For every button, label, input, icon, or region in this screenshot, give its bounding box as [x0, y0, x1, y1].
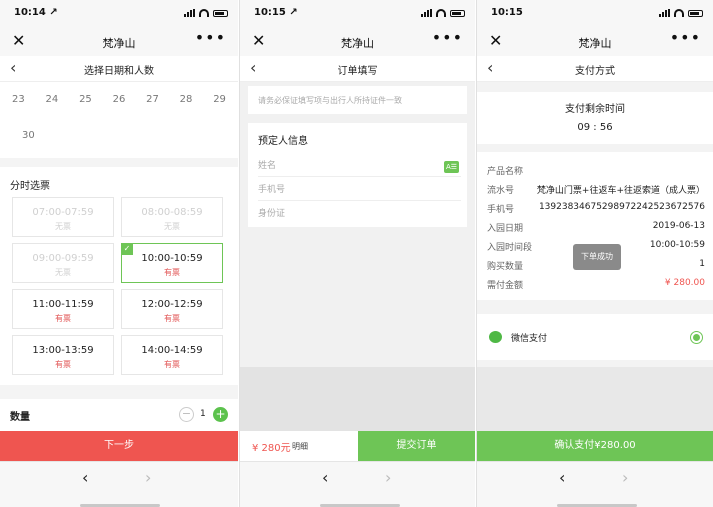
- sub-header: ‹ 订单填写: [240, 56, 475, 82]
- chevron-left-icon[interactable]: ‹: [559, 468, 565, 487]
- notice-text: 请务必保证填写项与出行人所持证件一致: [258, 96, 402, 105]
- timer-label: 支付剩余时间: [565, 104, 625, 115]
- calendar-week: 23 24 25 26 27 28 29: [12, 94, 226, 105]
- title-bar: ✕ 梵净山 •••: [240, 28, 475, 56]
- order-price: ¥ 280元: [252, 443, 291, 454]
- wifi-icon: [199, 9, 209, 17]
- sub-title: 选择日期和人数: [84, 66, 154, 77]
- signal-icon: [421, 9, 432, 17]
- calendar-day[interactable]: 28: [180, 94, 193, 105]
- status-time: 10:14 ↗: [14, 7, 58, 18]
- time-slot-selected[interactable]: ✓ 10:00-10:59 有票: [121, 243, 223, 283]
- detail-link[interactable]: 明细: [292, 441, 308, 452]
- notice-box: 请务必保证填写项与出行人所持证件一致: [248, 86, 467, 114]
- calendar-day[interactable]: 29: [213, 94, 226, 105]
- calendar-day[interactable]: 30: [22, 130, 35, 141]
- quantity-value: 1: [200, 409, 206, 419]
- status-bar: 10:15: [477, 0, 713, 28]
- status-time: 10:15: [491, 7, 523, 18]
- time-slot: 09:00-09:59 无票: [12, 243, 114, 283]
- calendar-day[interactable]: 25: [79, 94, 92, 105]
- phone-field[interactable]: 手机号: [258, 182, 285, 195]
- browser-nav: ‹ ›: [477, 461, 713, 507]
- payment-timer: 支付剩余时间 09 : 56: [477, 92, 713, 144]
- contact-card-icon[interactable]: A☰: [444, 161, 459, 173]
- sub-title: 支付方式: [575, 66, 615, 77]
- browser-nav: ‹ ›: [0, 461, 238, 507]
- slots-header: 分时选票: [10, 181, 50, 192]
- screen-payment: 10:15 ✕ 梵净山 ••• ‹ 支付方式 支付剩余时间 09 : 56 产品…: [476, 0, 713, 507]
- wechat-pay-option[interactable]: 微信支付: [477, 314, 713, 360]
- sub-title: 订单填写: [337, 66, 378, 77]
- time-slot-section: 分时选票 07:00-07:59 无票 08:00-08:59 无票 09:00…: [0, 167, 238, 385]
- status-bar: 10:14 ↗: [0, 0, 238, 28]
- submit-order-button[interactable]: 提交订单: [358, 431, 475, 461]
- chevron-left-icon[interactable]: ‹: [82, 468, 88, 487]
- battery-icon: [213, 9, 228, 17]
- title-bar: ✕ 梵净山 •••: [0, 28, 238, 56]
- time-slot[interactable]: 12:00-12:59 有票: [121, 289, 223, 329]
- chevron-right-icon[interactable]: ›: [622, 468, 628, 487]
- calendar-day[interactable]: 23: [12, 94, 25, 105]
- radio-selected-icon[interactable]: [690, 331, 703, 344]
- app-root: 10:14 ↗ ✕ 梵净山 ••• ‹ 选择日期和人数 23 24 25 26 …: [0, 0, 713, 507]
- battery-icon: [450, 9, 465, 17]
- time-slot[interactable]: 13:00-13:59 有票: [12, 335, 114, 375]
- grey-area: [240, 367, 475, 431]
- id-field[interactable]: 身份证: [258, 206, 285, 219]
- more-icon[interactable]: •••: [670, 28, 701, 47]
- wifi-icon: [674, 9, 684, 17]
- time-slot: 08:00-08:59 无票: [121, 197, 223, 237]
- calendar-day[interactable]: 26: [113, 94, 126, 105]
- more-icon[interactable]: •••: [195, 28, 226, 47]
- booker-header: 预定人信息: [258, 136, 308, 147]
- chevron-left-icon[interactable]: ‹: [322, 468, 328, 487]
- wifi-icon: [436, 9, 446, 17]
- battery-icon: [688, 9, 703, 17]
- order-info: 产品名称 流水号 梵净山门票+往返车+往返索道（成人票） 手机号 1392383…: [477, 152, 713, 300]
- grey-area: [477, 367, 713, 431]
- screen-select-date: 10:14 ↗ ✕ 梵净山 ••• ‹ 选择日期和人数 23 24 25 26 …: [0, 0, 238, 507]
- calendar: 23 24 25 26 27 28 29 30: [0, 82, 238, 158]
- signal-icon: [184, 9, 195, 17]
- chevron-right-icon[interactable]: ›: [385, 468, 391, 487]
- wechat-icon: [489, 331, 502, 343]
- quantity-row: 数量 − 1 +: [0, 399, 238, 431]
- timer-value: 09 : 56: [577, 122, 613, 133]
- time-slot[interactable]: 11:00-11:59 有票: [12, 289, 114, 329]
- signal-icon: [659, 9, 670, 17]
- booker-info: 预定人信息 姓名 A☰ 手机号 身份证: [248, 123, 467, 227]
- status-time: 10:15 ↗: [254, 7, 298, 18]
- confirm-pay-button[interactable]: 确认支付¥280.00: [477, 431, 713, 461]
- check-icon: ✓: [121, 243, 133, 255]
- next-button[interactable]: 下一步: [0, 431, 238, 461]
- wechat-pay-label: 微信支付: [511, 334, 548, 344]
- time-slot[interactable]: 14:00-14:59 有票: [121, 335, 223, 375]
- minus-button[interactable]: −: [179, 407, 194, 422]
- time-slot: 07:00-07:59 无票: [12, 197, 114, 237]
- plus-button[interactable]: +: [213, 407, 228, 422]
- status-bar: 10:15 ↗: [240, 0, 475, 28]
- name-field[interactable]: 姓名: [258, 158, 276, 171]
- title-bar: ✕ 梵净山 •••: [477, 28, 713, 56]
- screen-order-form: 10:15 ↗ ✕ 梵净山 ••• ‹ 订单填写 请务必保证填写项与出行人所持证…: [239, 0, 475, 507]
- browser-nav: ‹ ›: [240, 461, 475, 507]
- chevron-right-icon[interactable]: ›: [145, 468, 151, 487]
- sub-header: ‹ 选择日期和人数: [0, 56, 238, 82]
- calendar-day[interactable]: 27: [146, 94, 159, 105]
- sub-header: ‹ 支付方式: [477, 56, 713, 82]
- order-bottom-bar: ¥ 280元 明细 提交订单: [240, 431, 475, 461]
- quantity-label: 数量: [10, 412, 30, 423]
- toast-order-success: 下单成功: [573, 244, 621, 270]
- more-icon[interactable]: •••: [432, 28, 463, 47]
- calendar-day[interactable]: 24: [46, 94, 59, 105]
